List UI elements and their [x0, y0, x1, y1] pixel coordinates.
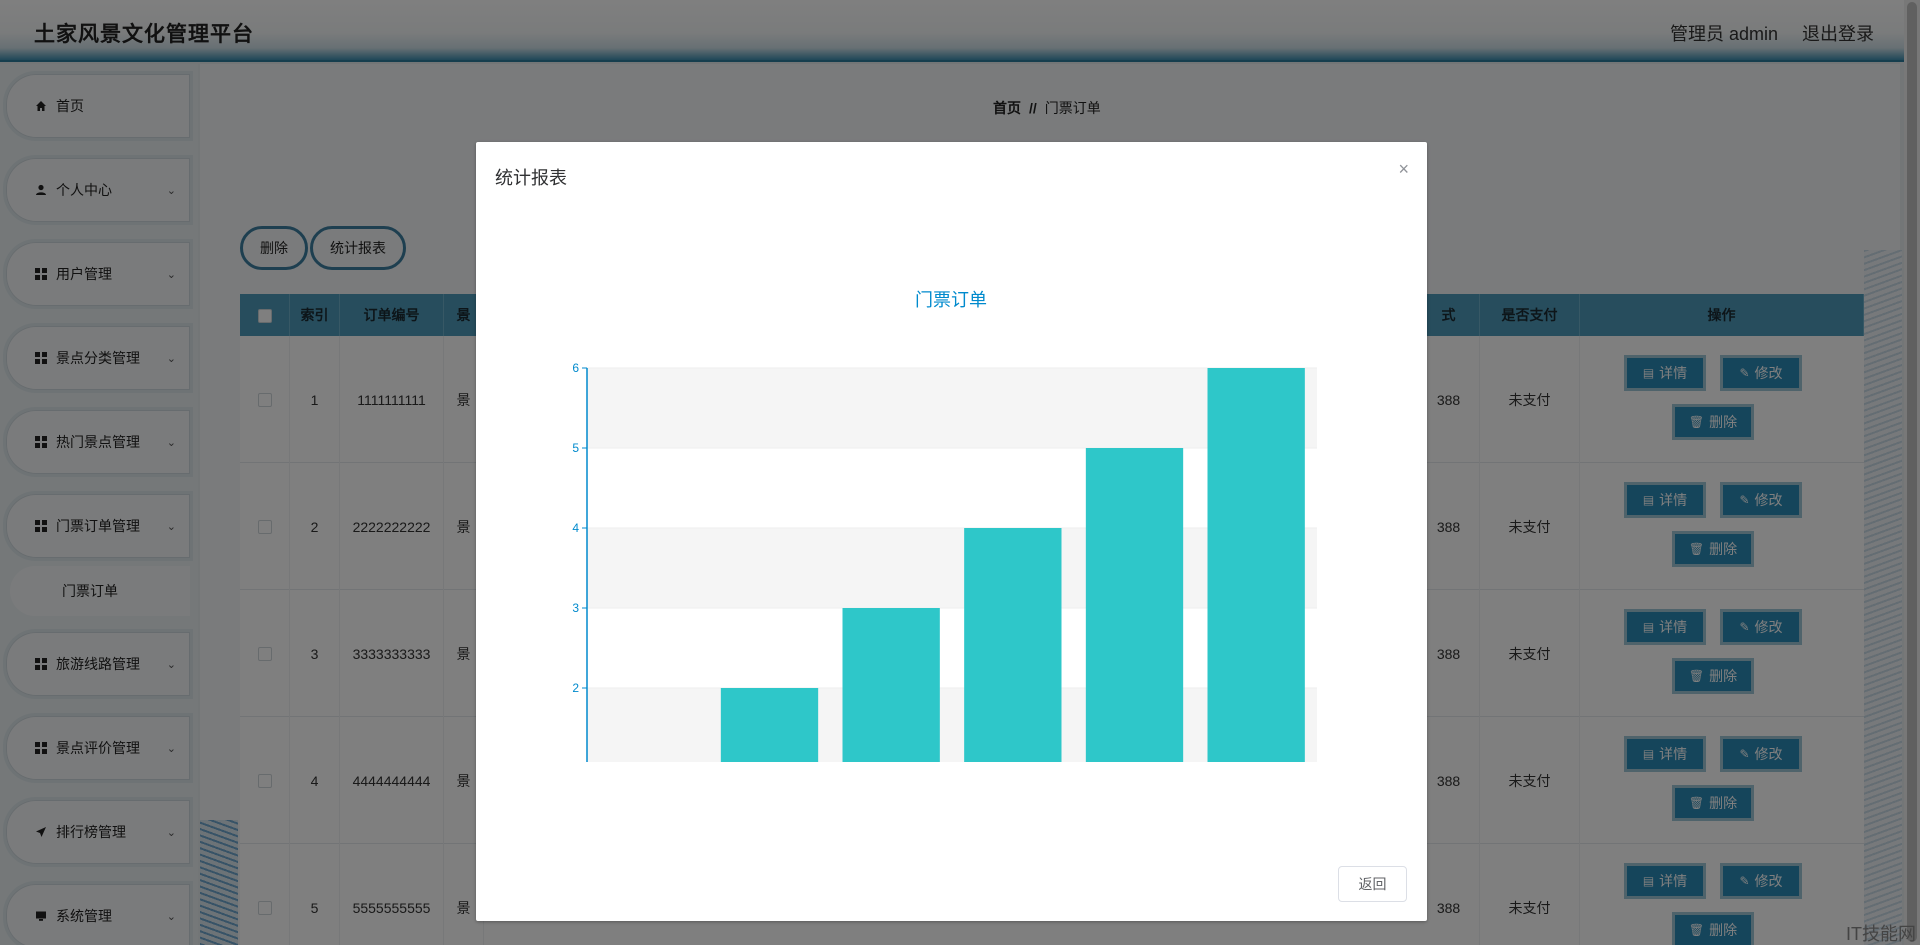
y-tick-label: 1	[572, 761, 579, 762]
bar-chart: 门票订单 景点名称1景点名称2景点名称3景点名称4景点名称5景点名称601234…	[572, 290, 1317, 762]
y-tick-label: 4	[572, 521, 579, 535]
y-tick-label: 2	[572, 681, 579, 695]
close-icon[interactable]: ×	[1398, 160, 1409, 178]
bar-景点名称4[interactable]	[964, 528, 1062, 762]
chart-title: 门票订单	[915, 290, 987, 310]
y-tick-label: 5	[572, 441, 579, 455]
bar-景点名称2[interactable]	[720, 688, 819, 762]
back-button[interactable]: 返回	[1338, 866, 1407, 902]
bar-景点名称3[interactable]	[842, 608, 940, 762]
bar-景点名称6[interactable]	[1207, 368, 1305, 762]
statistics-dialog: 统计报表 × 门票订单 景点名称1景点名称2景点名称3景点名称4景点名称5景点名…	[476, 142, 1427, 921]
dialog-title: 统计报表	[495, 168, 567, 188]
watermark-text: IT技能网	[1846, 924, 1916, 944]
y-tick-label: 6	[572, 361, 579, 375]
y-tick-label: 3	[572, 601, 579, 615]
bar-景点名称5[interactable]	[1085, 448, 1184, 762]
